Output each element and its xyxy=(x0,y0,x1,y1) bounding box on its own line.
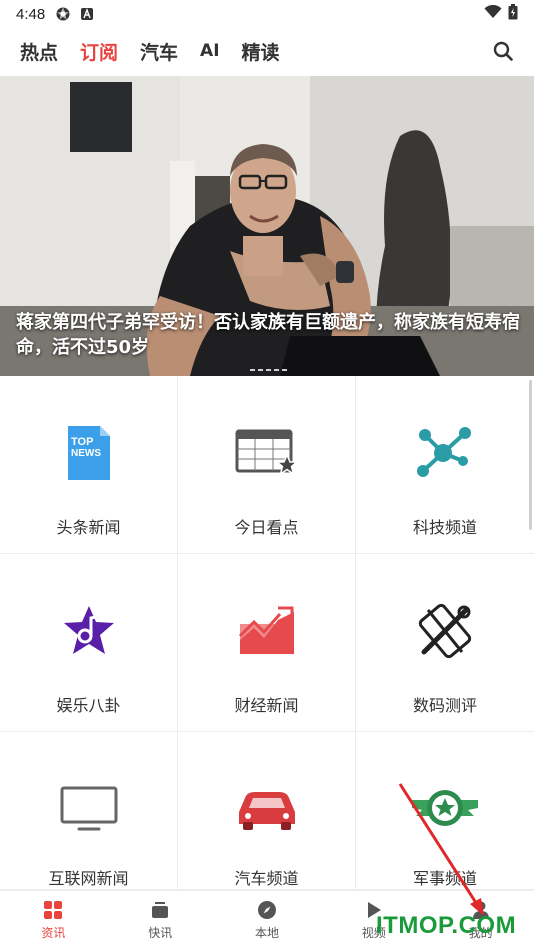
settings-status-icon xyxy=(55,6,71,22)
stack-icon xyxy=(150,900,170,920)
status-time: 4:48 xyxy=(16,5,46,23)
monitor-icon xyxy=(56,782,122,835)
category-top-news[interactable]: TOP NEWS 头条新闻 xyxy=(0,376,178,554)
calendar-star-icon xyxy=(234,420,300,486)
nav-news[interactable]: 资讯 xyxy=(0,891,107,950)
carousel-indicator xyxy=(250,369,287,371)
category-label: 今日看点 xyxy=(234,518,299,537)
top-tab-bar: 热点 订阅 汽车 AI 精读 xyxy=(0,28,534,74)
category-digital[interactable]: 数码测评 xyxy=(356,554,534,732)
tab-ai[interactable]: AI xyxy=(200,41,219,61)
nav-flash[interactable]: 快讯 xyxy=(107,891,214,950)
nav-label: 快讯 xyxy=(148,926,173,940)
star-music-icon xyxy=(56,598,122,664)
tab-featured[interactable]: 精读 xyxy=(242,38,280,65)
car-icon xyxy=(234,782,300,835)
category-label: 头条新闻 xyxy=(56,518,121,537)
grid-icon xyxy=(43,900,63,920)
tab-subscribe[interactable]: 订阅 xyxy=(80,38,118,65)
wifi-icon xyxy=(484,4,502,23)
category-tech[interactable]: 科技频道 xyxy=(356,376,534,554)
category-label: 互联网新闻 xyxy=(48,869,129,888)
category-label: 科技频道 xyxy=(412,518,477,537)
scrollbar[interactable] xyxy=(529,380,532,530)
category-internet[interactable]: 互联网新闻 xyxy=(0,732,178,890)
watermark: ITMOP.COM xyxy=(376,912,517,939)
nav-local[interactable]: 本地 xyxy=(214,891,321,950)
compass-icon xyxy=(257,900,277,920)
category-label: 汽车频道 xyxy=(234,869,299,888)
category-auto[interactable]: 汽车频道 xyxy=(178,732,356,890)
hero-caption: 蒋家第四代子弟罕受访！否认家族有巨额遗产，称家族有短寿宿命，活不过50岁 xyxy=(16,312,520,358)
category-finance[interactable]: 财经新闻 xyxy=(178,554,356,732)
tab-hot[interactable]: 热点 xyxy=(20,38,58,65)
military-badge-icon xyxy=(412,782,478,835)
category-entertainment[interactable]: 娱乐八卦 xyxy=(0,554,178,732)
svg-text:TOP: TOP xyxy=(71,436,93,448)
top-news-icon: TOP NEWS xyxy=(56,420,122,486)
category-label: 数码测评 xyxy=(412,696,477,715)
tab-auto[interactable]: 汽车 xyxy=(140,38,178,65)
finance-chart-icon xyxy=(234,598,300,664)
category-military[interactable]: 军事频道 xyxy=(356,732,534,890)
hero-banner[interactable]: 蒋家第四代子弟罕受访！否认家族有巨额遗产，称家族有短寿宿命，活不过50岁 xyxy=(0,76,534,376)
battery-icon xyxy=(508,4,518,24)
category-label: 财经新闻 xyxy=(234,696,299,715)
status-bar: 4:48 xyxy=(0,0,534,28)
category-today[interactable]: 今日看点 xyxy=(178,376,356,554)
category-label: 军事频道 xyxy=(412,869,477,888)
svg-text:NEWS: NEWS xyxy=(71,448,101,459)
molecule-icon xyxy=(412,420,478,486)
nav-label: 本地 xyxy=(254,926,279,940)
text-status-icon xyxy=(79,6,95,22)
category-grid: TOP NEWS 头条新闻 今日看点 科技频道 娱乐八卦 财经新闻 数码测评 互… xyxy=(0,376,534,890)
nav-label: 资讯 xyxy=(41,926,66,940)
category-label: 娱乐八卦 xyxy=(56,696,121,715)
status-right xyxy=(484,4,518,24)
search-icon[interactable] xyxy=(492,40,514,62)
tools-phone-icon xyxy=(412,598,478,664)
